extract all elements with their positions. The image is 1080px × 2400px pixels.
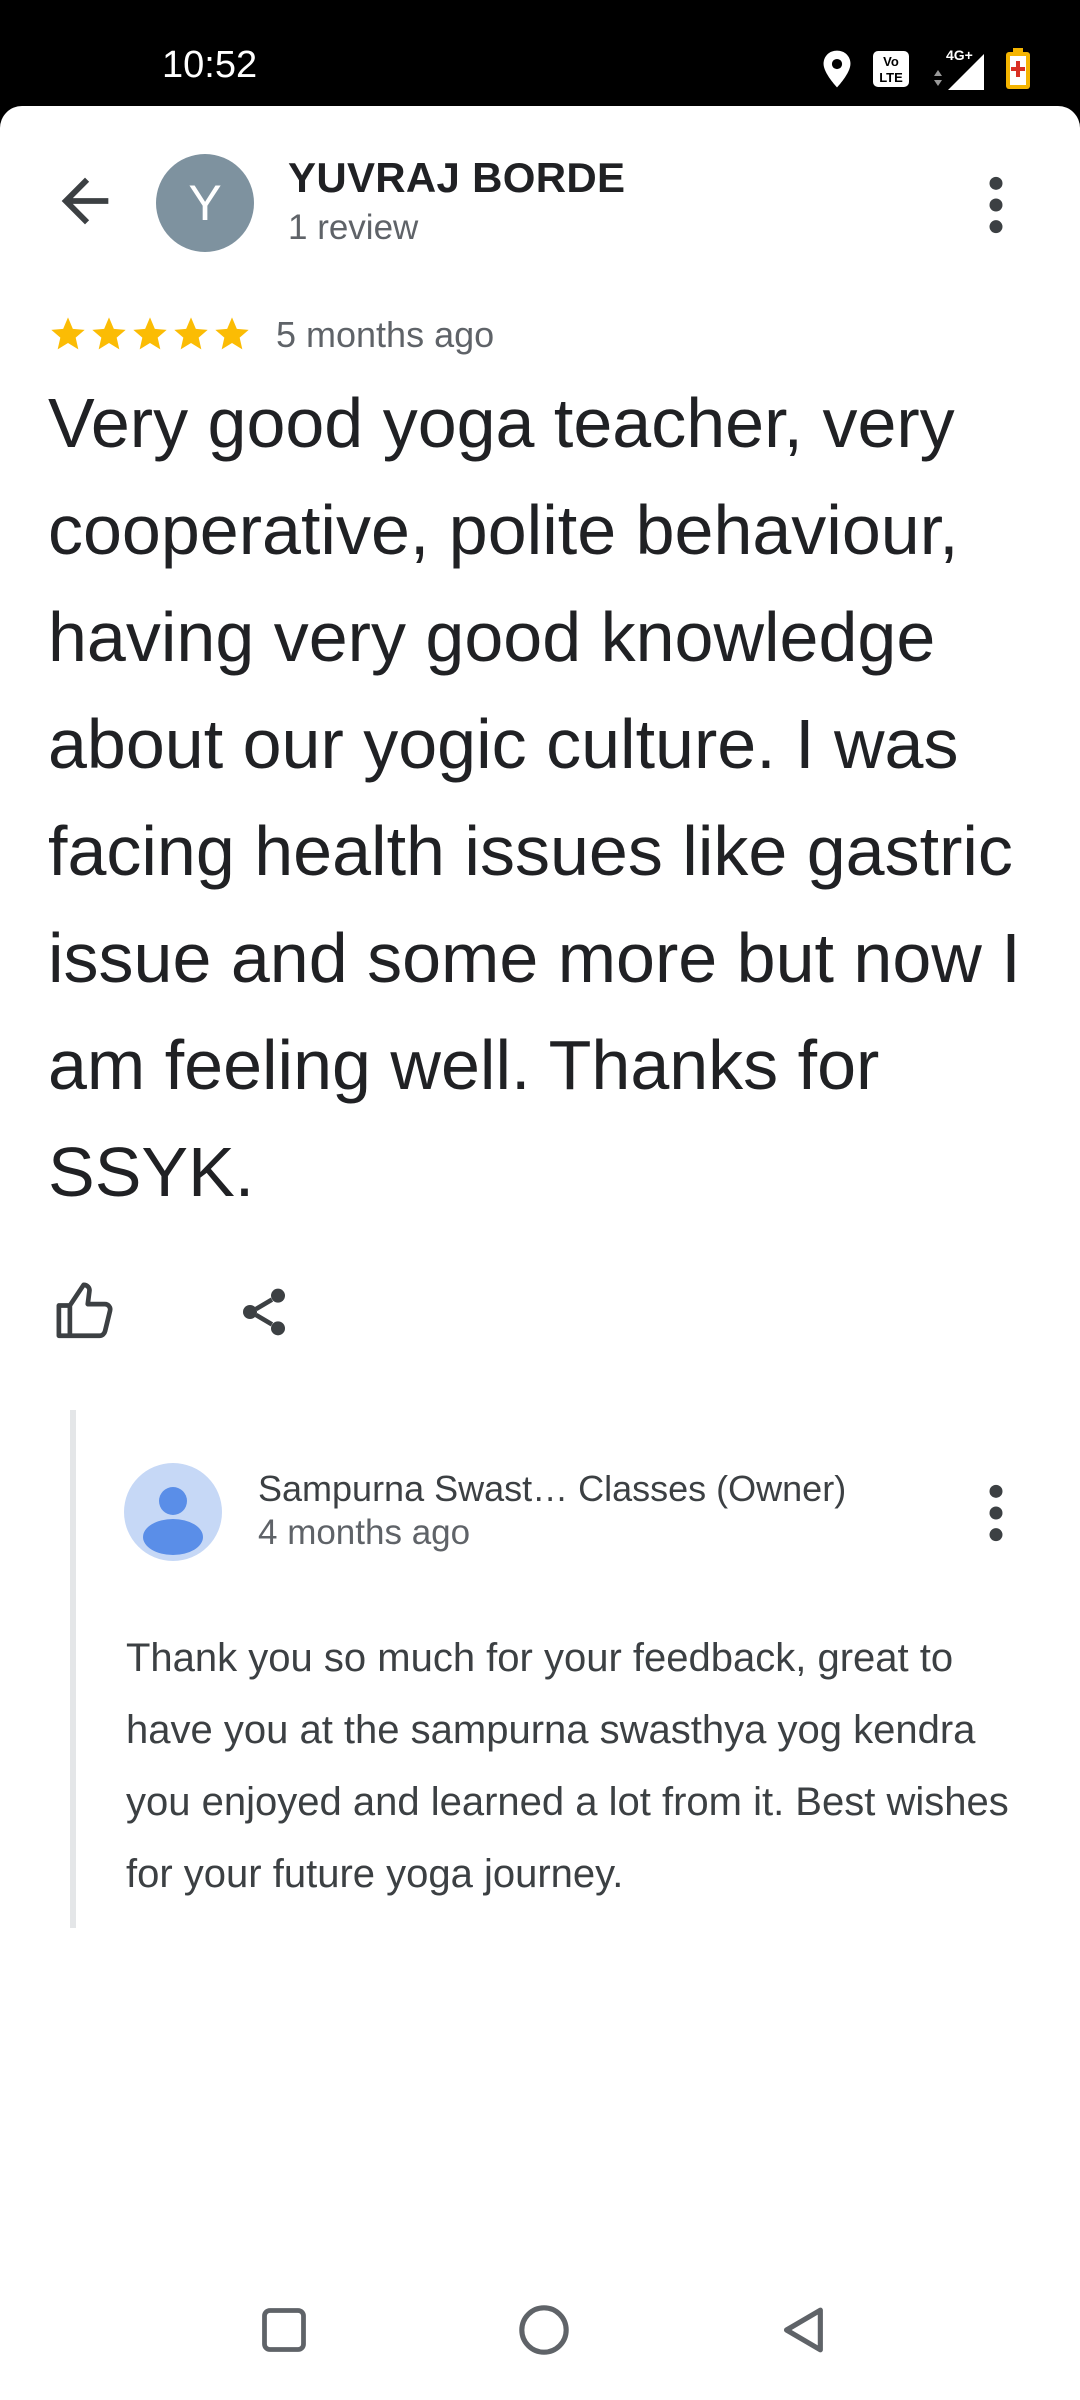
more-options-icon[interactable] [970,1478,1022,1548]
volte-icon: Vo LTE [873,51,909,87]
status-time: 10:52 [162,44,258,86]
owner-reply-time: 4 months ago [258,1513,471,1552]
more-options-icon[interactable] [970,170,1022,240]
review-time: 5 months ago [276,314,495,355]
reviewer-review-count: 1 review [288,208,419,247]
thumbs-up-icon[interactable] [52,1278,118,1344]
svg-text:4G+: 4G+ [946,47,973,63]
battery-saver-icon [1006,48,1030,89]
reply-divider [70,1410,76,1928]
back-arrow-icon[interactable] [50,166,120,236]
star-icon [174,317,208,350]
person-icon [143,1487,203,1555]
home-icon[interactable] [516,2302,572,2358]
navigation-bar [0,2266,1080,2400]
star-icon [133,317,167,350]
reviewer-avatar[interactable]: Y [156,154,254,252]
owner-name[interactable]: Sampurna Swast… Classes (Owner) [258,1468,846,1510]
owner-avatar[interactable] [124,1463,222,1561]
status-icons: Vo LTE 4G+ [820,46,1032,92]
share-icon[interactable] [236,1282,292,1342]
4g-signal-icon: 4G+ [934,47,984,90]
recents-icon[interactable] [258,2304,310,2356]
star-rating [48,314,252,354]
back-triangle-icon[interactable] [776,2302,832,2358]
svg-text:LTE: LTE [879,70,903,85]
owner-reply-text: Thank you so much for your feedback, gre… [126,1636,1009,1896]
star-icon [92,317,126,350]
location-icon [823,50,851,88]
star-icon [51,317,85,350]
star-icon [215,317,249,350]
status-bar: 10:52 Vo LTE 4G+ [0,0,1080,108]
review-text: Very good yoga teacher, very cooperative… [48,384,1021,1211]
reviewer-name[interactable]: YUVRAJ BORDE [288,154,625,202]
svg-text:Vo: Vo [883,54,899,69]
